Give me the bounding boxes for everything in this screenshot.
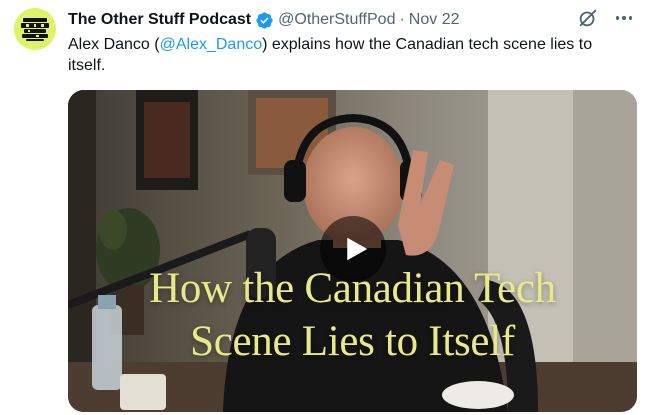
tweet-text: Alex Danco (@Alex_Danco) explains how th… <box>68 34 628 76</box>
podcast-logo-icon <box>14 8 56 50</box>
handle[interactable]: @OtherStuffPod <box>278 11 395 29</box>
tweet-header: The Other Stuff Podcast @OtherStuffPod ·… <box>68 9 631 31</box>
more-icon[interactable] <box>613 7 635 29</box>
tweet[interactable]: The Other Stuff Podcast @OtherStuffPod ·… <box>0 0 651 415</box>
top-actions <box>577 7 635 29</box>
separator: · <box>399 11 405 28</box>
tweet-text-part: Alex Danco ( <box>68 36 160 53</box>
display-name[interactable]: The Other Stuff Podcast <box>68 11 251 29</box>
timestamp[interactable]: Nov 22 <box>409 11 460 29</box>
play-icon <box>346 237 367 261</box>
avatar[interactable] <box>14 8 56 50</box>
grok-icon[interactable] <box>577 7 599 29</box>
mention-link[interactable]: @Alex_Danco <box>160 36 263 53</box>
verified-badge-icon[interactable] <box>255 11 274 30</box>
video-overlay-title-line1: How the Canadian Tech <box>149 265 556 312</box>
video-media[interactable]: How the Canadian Tech Scene Lies to Itse… <box>68 90 637 412</box>
video-overlay-title-line2: Scene Lies to Itself <box>190 318 515 365</box>
